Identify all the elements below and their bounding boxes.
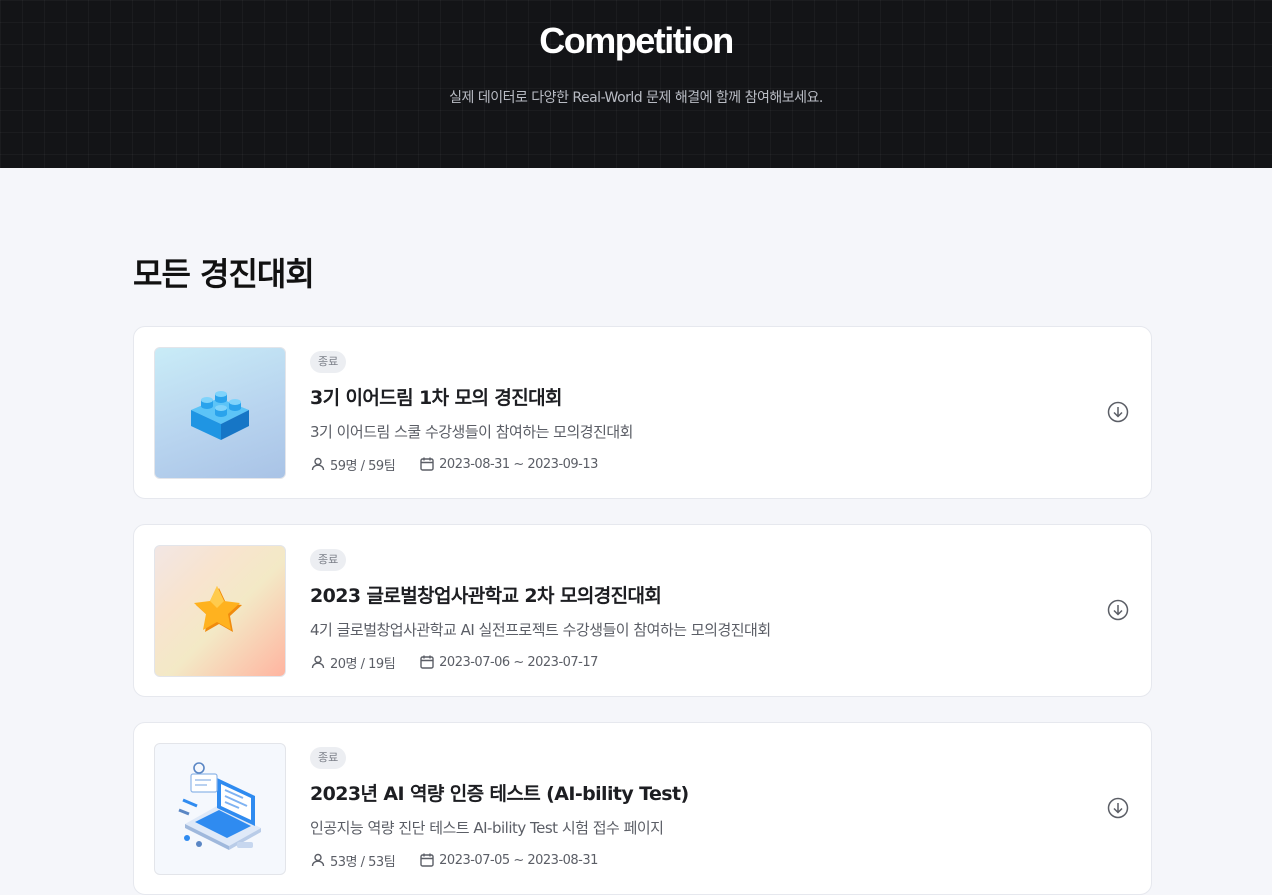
- competition-meta: 20명 / 19팀 2023-07-06 ~ 2023-07-17: [310, 653, 598, 672]
- user-icon: [310, 654, 326, 670]
- user-icon: [310, 456, 326, 472]
- competition-thumbnail[interactable]: [154, 347, 286, 479]
- status-badge: 종료: [310, 747, 347, 769]
- competition-description: 3기 이어드림 스쿨 수강생들이 참여하는 모의경진대회: [310, 423, 634, 441]
- competition-title[interactable]: 3기 이어드림 1차 모의 경진대회: [310, 383, 562, 410]
- participants-count: 20명 / 19팀: [330, 656, 396, 672]
- competition-title[interactable]: 2023 글로벌창업사관학교 2차 모의경진대회: [310, 581, 662, 608]
- calendar-icon: [419, 654, 435, 670]
- calendar-icon: [419, 456, 435, 472]
- hero-banner: Competition 실제 데이터로 다양한 Real-World 문제 해결…: [0, 0, 1272, 168]
- competition-card[interactable]: 종료 2023 글로벌창업사관학교 2차 모의경진대회 4기 글로벌창업사관학교…: [133, 524, 1152, 697]
- status-badge: 종료: [310, 351, 347, 373]
- competition-period: 2023-07-06 ~ 2023-07-17: [439, 654, 598, 670]
- competition-period: 2023-08-31 ~ 2023-09-13: [439, 456, 598, 472]
- section-title: 모든 경진대회: [133, 255, 315, 293]
- download-circle-icon[interactable]: [1107, 599, 1129, 621]
- calendar-icon: [419, 852, 435, 868]
- competition-description: 4기 글로벌창업사관학교 AI 실전프로젝트 수강생들이 참여하는 모의경진대회: [310, 621, 771, 639]
- competition-thumbnail[interactable]: [154, 743, 286, 875]
- star-icon: [194, 586, 242, 632]
- competition-title[interactable]: 2023년 AI 역량 인증 테스트 (AI-bility Test): [310, 779, 689, 806]
- download-circle-icon[interactable]: [1107, 797, 1129, 819]
- competition-thumbnail[interactable]: [154, 545, 286, 677]
- competition-card[interactable]: 종료 2023년 AI 역량 인증 테스트 (AI-bility Test) 인…: [133, 722, 1152, 895]
- participants-count: 53명 / 53팀: [330, 854, 396, 870]
- hero-subtitle: 실제 데이터로 다양한 Real-World 문제 해결에 함께 참여해보세요.: [449, 90, 823, 106]
- competition-meta: 59명 / 59팀 2023-08-31 ~ 2023-09-13: [310, 455, 598, 474]
- download-circle-icon[interactable]: [1107, 401, 1129, 423]
- competition-meta: 53명 / 53팀 2023-07-05 ~ 2023-08-31: [310, 851, 598, 870]
- user-icon: [310, 852, 326, 868]
- status-badge: 종료: [310, 549, 347, 571]
- competition-period: 2023-07-05 ~ 2023-08-31: [439, 852, 598, 868]
- competition-card[interactable]: 종료 3기 이어드림 1차 모의 경진대회 3기 이어드림 스쿨 수강생들이 참…: [133, 326, 1152, 499]
- competition-description: 인공지능 역량 진단 테스트 AI-bility Test 시험 접수 페이지: [310, 819, 664, 837]
- lego-brick-icon: [191, 391, 249, 440]
- laptop-illustration-icon: [178, 762, 261, 850]
- participants-count: 59명 / 59팀: [330, 458, 396, 474]
- page-title: Competition: [539, 20, 734, 61]
